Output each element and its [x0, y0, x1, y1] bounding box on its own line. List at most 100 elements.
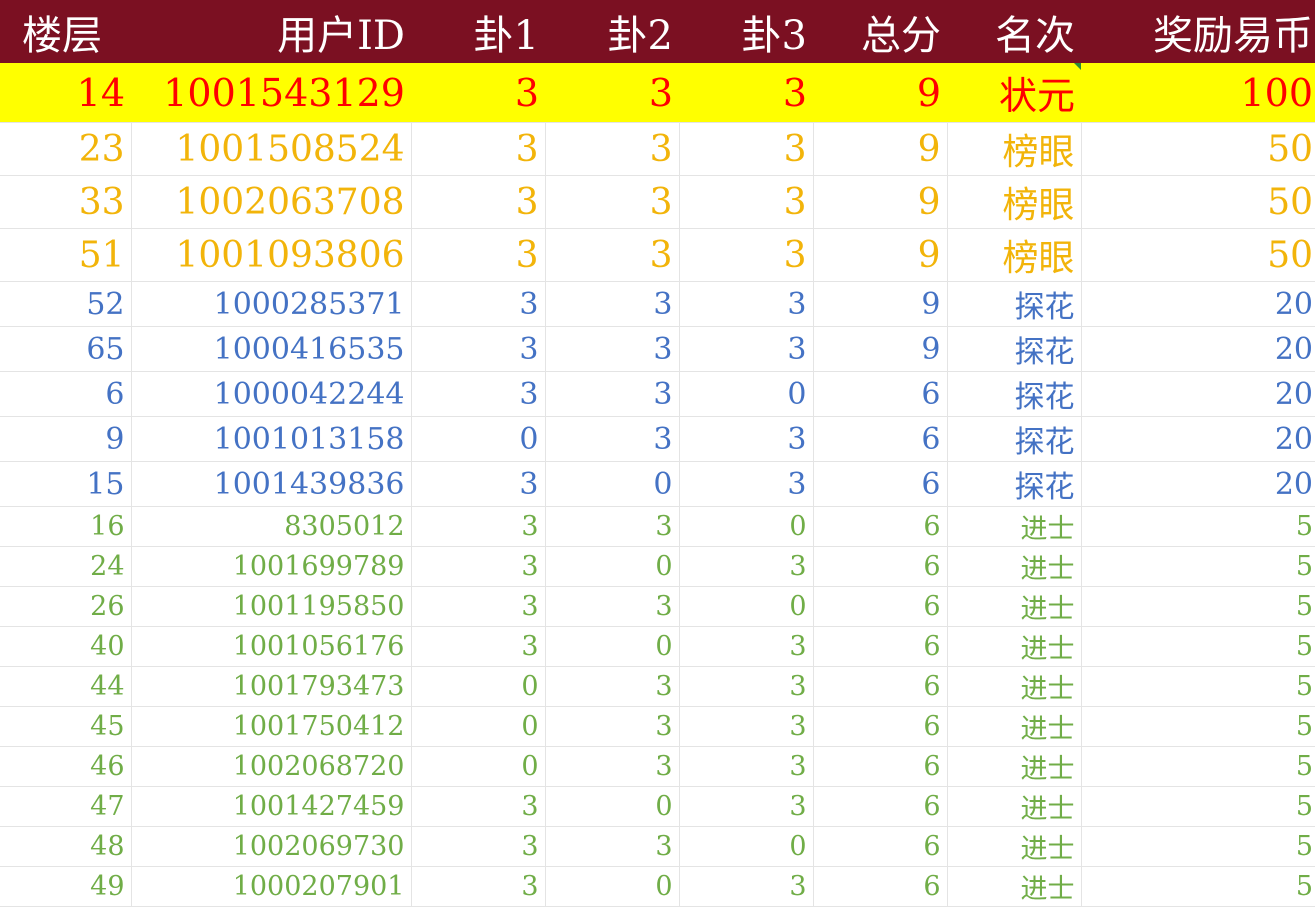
cell-user-id[interactable]: 1002069730	[131, 826, 412, 867]
cell-rank[interactable]: 榜眼	[947, 175, 1082, 229]
cell-reward[interactable]: 20	[1081, 461, 1315, 507]
cell-gua3[interactable]: 3	[679, 546, 814, 587]
cell-rank[interactable]: 进士	[947, 626, 1082, 667]
cell-gua3[interactable]: 3	[679, 228, 814, 282]
cell-gua3[interactable]: 3	[679, 122, 814, 176]
header-total[interactable]: 总分	[813, 0, 947, 63]
cell-floor[interactable]: 46	[0, 746, 132, 787]
cell-user-id[interactable]: 1001195850	[131, 586, 412, 627]
cell-gua3[interactable]: 0	[679, 371, 814, 417]
header-gua2[interactable]: 卦2	[545, 0, 679, 63]
cell-user-id[interactable]: 8305012	[131, 506, 412, 547]
header-rank[interactable]: 名次	[947, 0, 1081, 63]
cell-reward[interactable]: 20	[1081, 416, 1315, 462]
cell-rank[interactable]: 探花	[947, 281, 1082, 327]
header-user-id[interactable]: 用户ID	[131, 0, 411, 63]
cell-rank[interactable]: 探花	[947, 461, 1082, 507]
cell-gua1[interactable]: 0	[411, 666, 546, 707]
cell-floor[interactable]: 15	[0, 461, 132, 507]
cell-total[interactable]: 6	[813, 586, 948, 627]
cell-total[interactable]: 6	[813, 706, 948, 747]
cell-rank[interactable]: 榜眼	[947, 122, 1082, 176]
cell-total[interactable]: 6	[813, 826, 948, 867]
cell-reward[interactable]: 5	[1081, 706, 1315, 747]
cell-gua1[interactable]: 3	[411, 826, 546, 867]
cell-gua1[interactable]: 3	[411, 326, 546, 372]
header-gua3[interactable]: 卦3	[679, 0, 813, 63]
cell-gua3[interactable]: 3	[679, 626, 814, 667]
cell-floor[interactable]: 51	[0, 228, 132, 282]
cell-rank[interactable]: 探花	[947, 326, 1082, 372]
cell-gua3[interactable]: 3	[679, 666, 814, 707]
cell-user-id[interactable]: 1001427459	[131, 786, 412, 827]
cell-floor[interactable]: 26	[0, 586, 132, 627]
cell-gua2[interactable]: 3	[545, 63, 679, 123]
cell-reward[interactable]: 50	[1081, 122, 1315, 176]
cell-rank[interactable]: 探花	[947, 371, 1082, 417]
cell-gua2[interactable]: 3	[545, 416, 680, 462]
cell-user-id[interactable]: 1001013158	[131, 416, 412, 462]
cell-gua3[interactable]: 3	[679, 416, 814, 462]
cell-floor[interactable]: 24	[0, 546, 132, 587]
cell-gua2[interactable]: 0	[545, 866, 680, 907]
cell-reward[interactable]: 5	[1081, 866, 1315, 907]
header-floor[interactable]: 楼层	[0, 0, 131, 63]
cell-user-id[interactable]: 1002063708	[131, 175, 412, 229]
cell-gua3[interactable]: 0	[679, 506, 814, 547]
cell-total[interactable]: 6	[813, 546, 948, 587]
cell-gua3[interactable]: 3	[679, 63, 813, 123]
cell-gua1[interactable]: 3	[411, 175, 546, 229]
cell-user-id[interactable]: 1001439836	[131, 461, 412, 507]
cell-gua2[interactable]: 3	[545, 586, 680, 627]
cell-reward[interactable]: 20	[1081, 281, 1315, 327]
cell-gua3[interactable]: 3	[679, 461, 814, 507]
cell-user-id[interactable]: 1000042244	[131, 371, 412, 417]
cell-gua3[interactable]: 3	[679, 786, 814, 827]
cell-floor[interactable]: 47	[0, 786, 132, 827]
cell-reward[interactable]: 5	[1081, 826, 1315, 867]
cell-total[interactable]: 9	[813, 228, 948, 282]
cell-gua2[interactable]: 3	[545, 281, 680, 327]
cell-gua1[interactable]: 3	[411, 228, 546, 282]
cell-total[interactable]: 6	[813, 866, 948, 907]
cell-total[interactable]: 9	[813, 175, 948, 229]
cell-rank[interactable]: 状元	[947, 63, 1081, 123]
cell-rank[interactable]: 进士	[947, 506, 1082, 547]
cell-gua3[interactable]: 0	[679, 826, 814, 867]
cell-reward[interactable]: 50	[1081, 175, 1315, 229]
cell-floor[interactable]: 48	[0, 826, 132, 867]
cell-gua1[interactable]: 3	[411, 586, 546, 627]
cell-floor[interactable]: 14	[0, 63, 131, 123]
cell-rank[interactable]: 进士	[947, 586, 1082, 627]
cell-gua1[interactable]: 0	[411, 746, 546, 787]
cell-gua2[interactable]: 3	[545, 666, 680, 707]
cell-gua2[interactable]: 0	[545, 546, 680, 587]
cell-total[interactable]: 6	[813, 506, 948, 547]
cell-reward[interactable]: 5	[1081, 546, 1315, 587]
cell-floor[interactable]: 23	[0, 122, 132, 176]
cell-user-id[interactable]: 1001508524	[131, 122, 412, 176]
cell-gua1[interactable]: 3	[411, 506, 546, 547]
cell-gua3[interactable]: 3	[679, 866, 814, 907]
cell-reward[interactable]: 20	[1081, 326, 1315, 372]
cell-floor[interactable]: 49	[0, 866, 132, 907]
cell-gua2[interactable]: 3	[545, 228, 680, 282]
cell-gua2[interactable]: 3	[545, 706, 680, 747]
cell-gua3[interactable]: 3	[679, 326, 814, 372]
cell-gua2[interactable]: 3	[545, 506, 680, 547]
cell-user-id[interactable]: 1000416535	[131, 326, 412, 372]
cell-rank[interactable]: 榜眼	[947, 228, 1082, 282]
cell-rank[interactable]: 进士	[947, 546, 1082, 587]
cell-total[interactable]: 9	[813, 326, 948, 372]
cell-gua2[interactable]: 3	[545, 826, 680, 867]
cell-user-id[interactable]: 1001750412	[131, 706, 412, 747]
cell-total[interactable]: 6	[813, 746, 948, 787]
cell-reward[interactable]: 100	[1081, 63, 1315, 123]
cell-reward[interactable]: 5	[1081, 746, 1315, 787]
cell-floor[interactable]: 9	[0, 416, 132, 462]
cell-floor[interactable]: 45	[0, 706, 132, 747]
cell-gua1[interactable]: 3	[411, 866, 546, 907]
cell-gua1[interactable]: 3	[411, 626, 546, 667]
cell-gua1[interactable]: 0	[411, 416, 546, 462]
cell-gua3[interactable]: 3	[679, 746, 814, 787]
